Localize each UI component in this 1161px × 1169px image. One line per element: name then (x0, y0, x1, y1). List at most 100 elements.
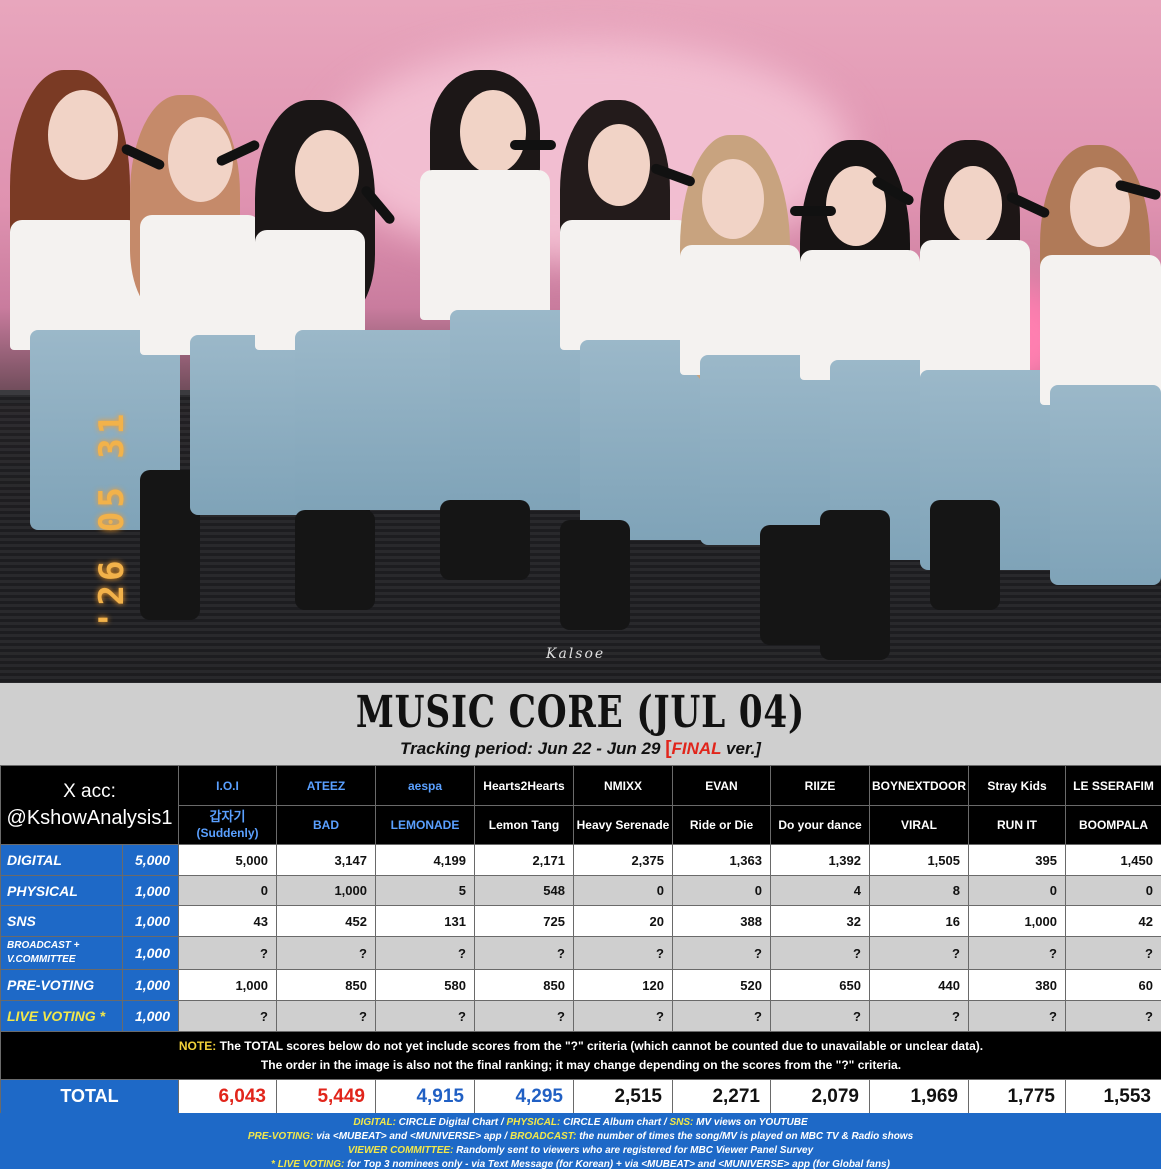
total-score: 1,775 (968, 1079, 1066, 1114)
score-cell: 1,000 (968, 905, 1066, 937)
score-cell: 395 (968, 844, 1066, 876)
score-cell: 60 (1065, 969, 1161, 1001)
concert-photo: '26 05 31 Kalsoe (0, 0, 1161, 683)
song-title: BAD (276, 805, 376, 845)
score-cell: 120 (573, 969, 673, 1001)
total-score: 6,043 (178, 1079, 277, 1114)
score-cell: 0 (968, 875, 1066, 906)
criteria-row: PRE-VOTING 1,000 1,000 850 580 850 120 520 650 44… (0, 969, 1161, 1001)
score-cell: ? (573, 936, 673, 970)
score-cell: ? (375, 936, 475, 970)
account-name: @KshowAnalysis1 (6, 807, 173, 829)
score-cell: 42 (1065, 905, 1161, 937)
legend-value: MV views on YOUTUBE (693, 1117, 808, 1128)
artist-name: LE SSERAFIM (1065, 765, 1161, 806)
artist-name: ATEEZ (276, 765, 376, 806)
total-score: 1,553 (1065, 1079, 1161, 1114)
legend-key: VIEWER COMMITTEE: (347, 1145, 454, 1156)
score-cell: ? (276, 936, 376, 970)
legend-value: CIRCLE Digital Chart / (395, 1117, 507, 1128)
score-cell: 20 (573, 905, 673, 937)
artist-name: NMIXX (573, 765, 673, 806)
criteria-legend: DIGITAL: CIRCLE Digital Chart / PHYSICAL… (0, 1113, 1161, 1169)
score-cell: 650 (770, 969, 870, 1001)
microphone (790, 206, 836, 216)
total-score: 1,969 (869, 1079, 969, 1114)
criteria-row: LIVE VOTING * 1,000?????????? (0, 1000, 1161, 1032)
score-cell: ? (1065, 936, 1161, 970)
score-cell: 8 (869, 875, 969, 906)
song-title: 갑자기 (Suddenly) (178, 805, 277, 845)
score-cell: 520 (672, 969, 771, 1001)
score-cell: ? (968, 936, 1066, 970)
artist-name: Stray Kids (968, 765, 1066, 806)
score-cell: 0 (178, 875, 277, 906)
score-cell: ? (474, 936, 574, 970)
chart-header: MUSIC CORE (JUL 04) Tracking period: Jun… (0, 683, 1161, 765)
criteria-max-points: 1,000 (122, 1000, 179, 1032)
microphone (510, 140, 556, 150)
score-cell: ? (276, 1000, 376, 1032)
score-cell: ? (770, 1000, 870, 1032)
total-score: 4,915 (375, 1079, 475, 1114)
score-cell: 0 (672, 875, 771, 906)
score-cell: 3,147 (276, 844, 376, 876)
tracking-period-text: Tracking period: Jun 22 - Jun 29 (400, 739, 661, 758)
version-label: ver.] (721, 739, 761, 758)
score-cell: 2,375 (573, 844, 673, 876)
criteria-row: DIGITAL 5,000 5,000 3,147 4,199 2,171 2,375 1,3… (0, 844, 1161, 876)
criteria-row: SNS 1,000 43 452 131 725 20 388 32 16 1,000 42 (0, 905, 1161, 937)
score-cell: 43 (178, 905, 277, 937)
score-cell: 5 (375, 875, 475, 906)
criteria-max-points: 1,000 (122, 969, 179, 1001)
total-score: 5,449 (276, 1079, 376, 1114)
total-label: TOTAL (0, 1079, 179, 1114)
total-score: 2,515 (573, 1079, 673, 1114)
note-text: The order in the image is also not the f… (260, 1057, 902, 1072)
criteria-max-points: 5,000 (122, 844, 179, 876)
score-cell: 1,000 (276, 875, 376, 906)
song-title: LEMONADE (375, 805, 475, 845)
score-cell: 850 (474, 969, 574, 1001)
artist-name: RIIZE (770, 765, 870, 806)
score-cell: 1,000 (178, 969, 277, 1001)
legend-value: via <MUBEAT> and <MUNIVERSE> app / (313, 1131, 510, 1142)
criteria-label: DIGITAL (0, 844, 123, 876)
song-title: Heavy Serenade (573, 805, 673, 845)
score-cell: 1,363 (672, 844, 771, 876)
score-cell: 850 (276, 969, 376, 1001)
song-title: RUN IT (968, 805, 1066, 845)
legend-key: PHYSICAL: (506, 1117, 561, 1128)
artist-name: I.O.I (178, 765, 277, 806)
score-cell: ? (869, 936, 969, 970)
score-cell: 4 (770, 875, 870, 906)
legend-line: DIGITAL: CIRCLE Digital Chart / PHYSICAL… (0, 1116, 1161, 1130)
legend-key: * LIVE VOTING: (271, 1159, 345, 1169)
note-text: The TOTAL scores below do not yet includ… (216, 1038, 984, 1053)
criteria-label: BROADCAST + V.COMMITTEE (0, 936, 123, 970)
score-cell: 1,450 (1065, 844, 1161, 876)
song-title: VIRAL (869, 805, 969, 845)
photo-date-stamp: '26 05 31 (92, 409, 132, 630)
score-cell: 0 (573, 875, 673, 906)
score-cell: ? (178, 1000, 277, 1032)
song-title: Do your dance (770, 805, 870, 845)
criteria-max-points: 1,000 (122, 905, 179, 937)
artist-name: Hearts2Hearts (474, 765, 574, 806)
note-label: NOTE: (178, 1038, 217, 1053)
total-score: 4,295 (474, 1079, 574, 1114)
score-cell: ? (968, 1000, 1066, 1032)
score-cell: 1,505 (869, 844, 969, 876)
criteria-row: BROADCAST + V.COMMITTEE 1,000?????????? (0, 936, 1161, 970)
score-cell: ? (375, 1000, 475, 1032)
artist-name: aespa (375, 765, 475, 806)
legend-key: PRE-VOTING: (247, 1131, 314, 1142)
page-title: MUSIC CORE (JUL 04) (355, 687, 806, 738)
account-label: X acc: (63, 781, 116, 802)
legend-value: for Top 3 nominees only - via Text Messa… (344, 1159, 890, 1169)
score-cell: 4,199 (375, 844, 475, 876)
final-label: FINAL (671, 739, 722, 758)
score-cell: ? (770, 936, 870, 970)
criteria-label: LIVE VOTING * (0, 1000, 123, 1032)
disclaimer-note: NOTE: The TOTAL scores below do not yet … (0, 1031, 1161, 1080)
